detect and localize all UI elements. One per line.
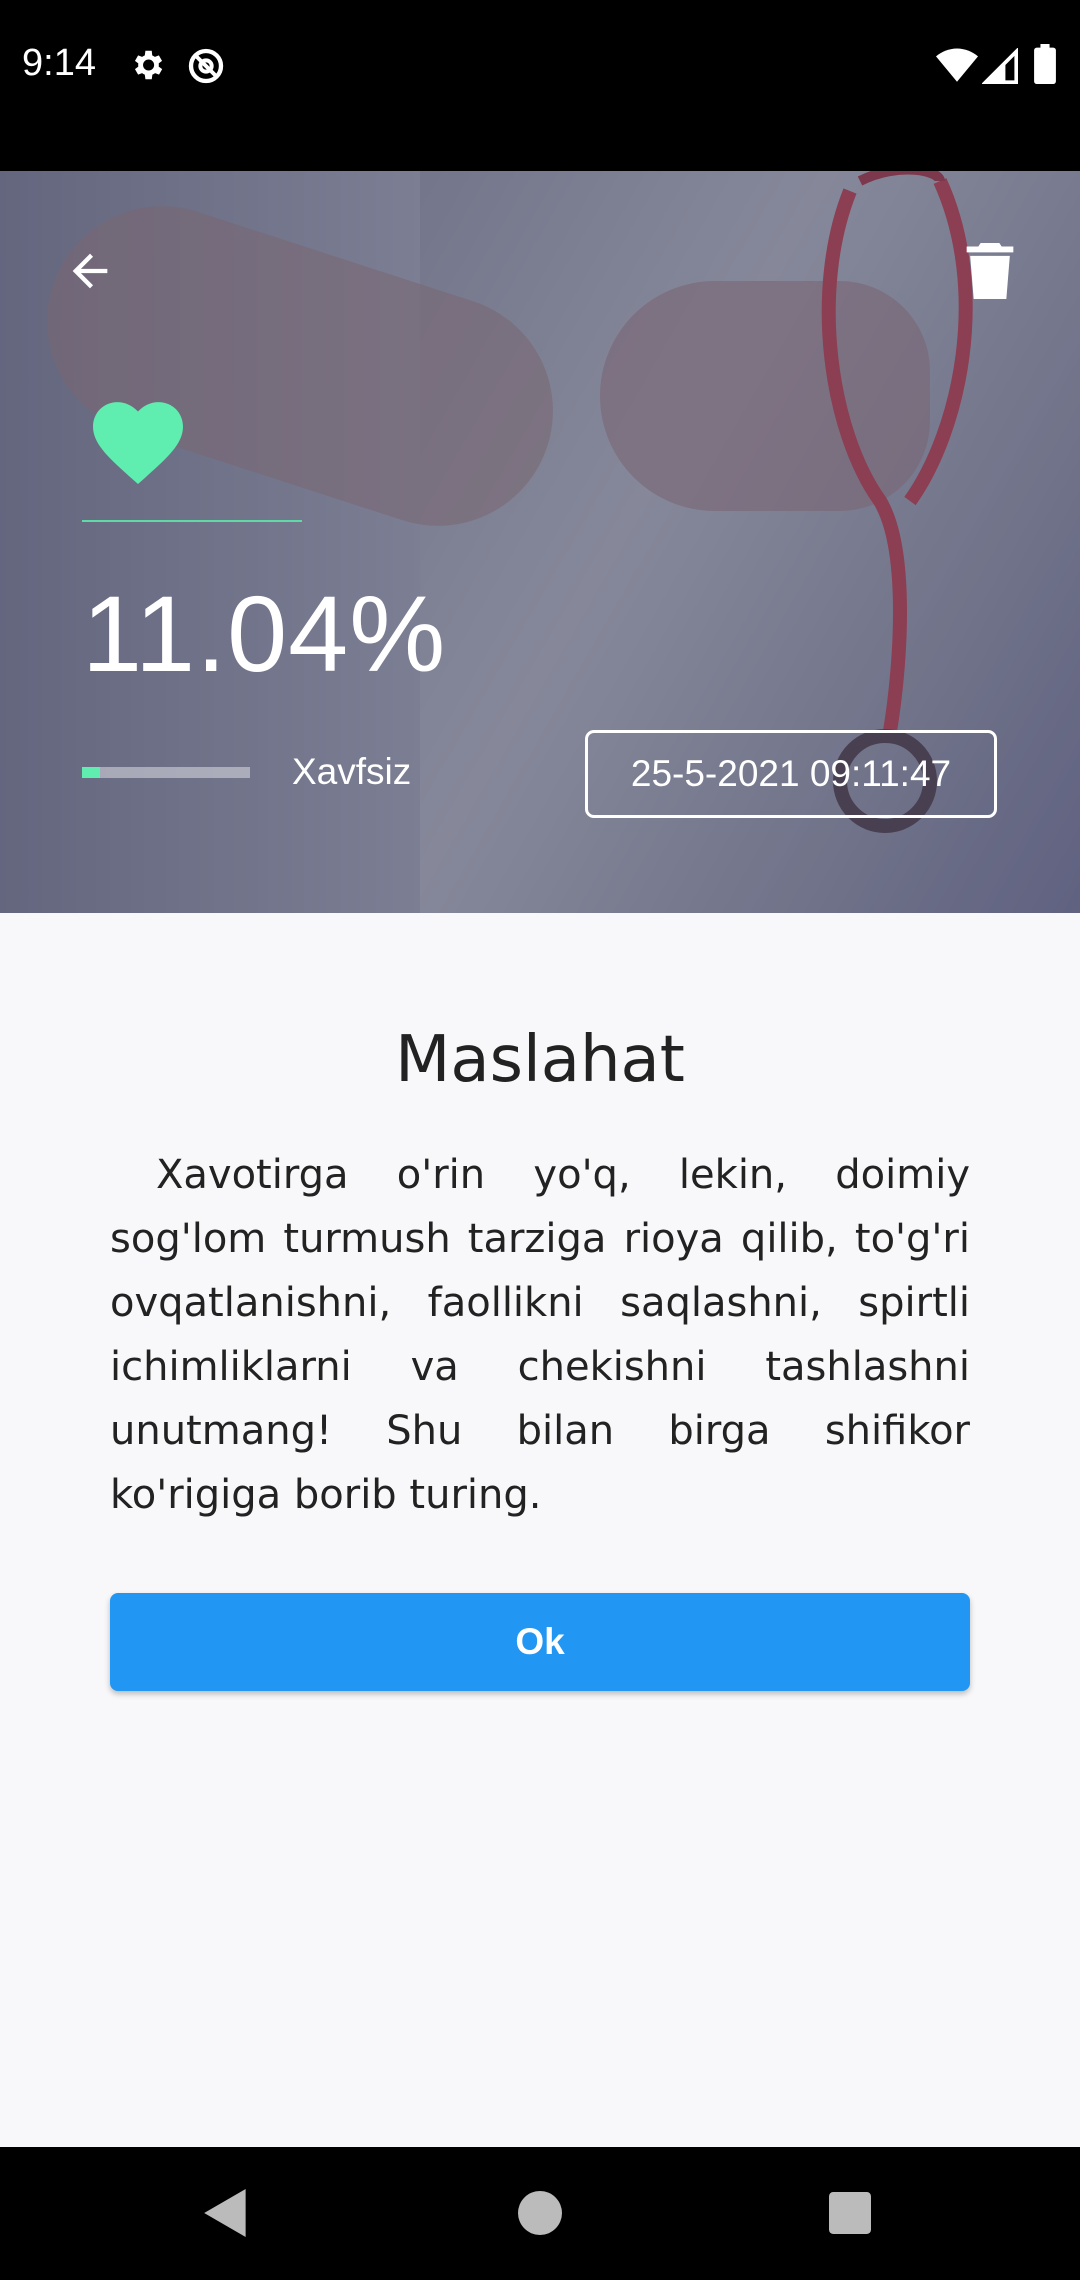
recents-square-icon	[829, 2192, 871, 2234]
advice-text: Xavotirga o'rin yo'q, lekin, doimiy sog'…	[110, 1152, 970, 1518]
result-date: 25-5-2021 09:11:47	[585, 730, 997, 818]
result-header: 11.04% Xavfsiz 25-5-2021 09:11:47	[0, 171, 1080, 913]
back-button[interactable]	[50, 231, 130, 311]
gear-icon	[128, 46, 166, 88]
wifi-icon	[936, 48, 978, 88]
battery-icon	[1034, 44, 1056, 88]
risk-progress-bar	[82, 767, 250, 778]
at-sign-icon	[186, 46, 226, 90]
advice-section: Maslahat Xavotirga o'rin yo'q, lekin, do…	[0, 913, 1080, 2147]
signal-icon	[981, 47, 1018, 88]
nav-back-button[interactable]	[196, 2183, 256, 2243]
home-circle-icon	[518, 2191, 562, 2235]
risk-percentage: 11.04%	[82, 573, 447, 694]
delete-button[interactable]	[950, 231, 1030, 311]
heart-divider	[82, 520, 302, 522]
risk-level-label: Xavfsiz	[292, 751, 412, 792]
nav-home-button[interactable]	[510, 2183, 570, 2243]
ok-button[interactable]: Ok	[110, 1593, 970, 1691]
system-nav-bar	[0, 2147, 1080, 2280]
status-time: 9:14	[22, 42, 96, 84]
arrow-left-icon	[72, 253, 108, 289]
status-bar: 9:14	[0, 0, 1080, 171]
nav-recents-button[interactable]	[820, 2183, 880, 2243]
back-triangle-icon	[204, 2189, 246, 2237]
heart-icon	[93, 402, 183, 484]
risk-progress-fill	[82, 767, 101, 778]
advice-title: Maslahat	[395, 1023, 685, 1097]
trash-icon	[966, 243, 1014, 299]
